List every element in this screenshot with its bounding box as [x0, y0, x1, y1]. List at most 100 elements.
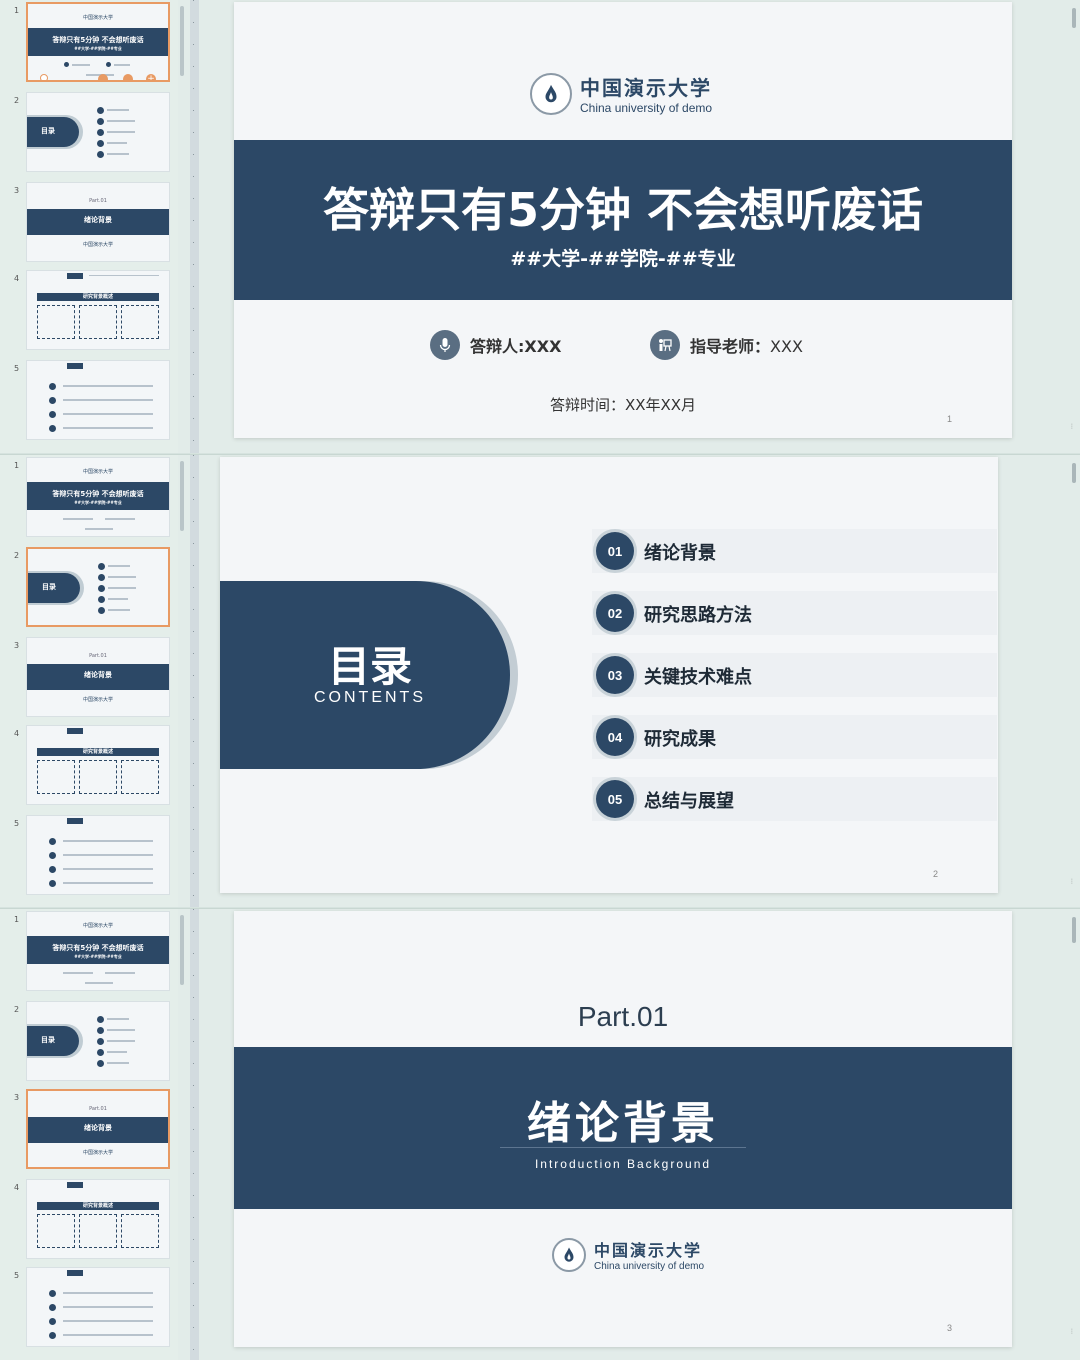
thumb-canvas[interactable]: 目录 — [26, 547, 170, 627]
thumb-title: 答辩只有5分钟 不会想听废话 — [52, 944, 144, 952]
university-logo: 中国演示大学 China university of demo — [552, 1237, 704, 1272]
thumb-heading: 研究背景概述 — [82, 294, 113, 300]
editor-pane-2: 1 中国演示大学 答辩只有5分钟 不会想听废话 ##大学-##学院-##专业 2… — [0, 454, 1080, 907]
thumb-canvas[interactable]: 研究背景概述 — [26, 725, 170, 805]
thumb-box — [79, 1214, 117, 1248]
add-slide-icon[interactable]: + — [146, 74, 156, 80]
thumb-canvas[interactable]: 目录 — [26, 1001, 170, 1081]
thumb-canvas[interactable] — [26, 360, 170, 440]
thumbnail-slide-1[interactable]: 1 中国演示大学 答辩只有5分钟 不会想听废话 ##大学-##学院-##专业 + — [0, 2, 178, 84]
thumbnail-sidebar: 1 中国演示大学 答辩只有5分钟 不会想听废话 ##大学-##学院-##专业 2… — [0, 909, 178, 1360]
thumbnail-slide-1[interactable]: 1 中国演示大学 答辩只有5分钟 不会想听废话 ##大学-##学院-##专业 — [0, 457, 178, 539]
thumb-number: 1 — [14, 461, 20, 470]
thumb-number: 5 — [14, 1271, 20, 1280]
slide-canvas-1[interactable]: 中国演示大学 China university of demo 答辩只有5分钟 … — [234, 2, 1012, 438]
vertical-ruler — [190, 909, 199, 1360]
thumbnail-slide-3[interactable]: 3 Part.01 绪论背景 中国演示大学 — [0, 1089, 178, 1171]
thumb-canvas[interactable]: 中国演示大学 答辩只有5分钟 不会想听废话 ##大学-##学院-##专业 — [26, 457, 170, 537]
thumb-logo-text: 中国演示大学 — [82, 242, 113, 248]
thumb-canvas[interactable]: 研究背景概述 — [26, 270, 170, 350]
thumbnail-slide-4[interactable]: 4 研究背景概述 — [0, 1179, 178, 1261]
thumb-part: Part.01 — [89, 653, 107, 659]
scroll-dots-icon: ⋮ — [1069, 1328, 1075, 1335]
thumb-canvas[interactable]: Part.01 绪论背景 中国演示大学 — [26, 182, 170, 262]
thumb-pill-label: 目录 — [41, 127, 55, 135]
thumbnail-slide-3[interactable]: 3 Part.01 绪论背景 中国演示大学 — [0, 182, 178, 264]
thumbnail-slide-2[interactable]: 2 目录 — [0, 547, 178, 629]
slide-canvas-2[interactable]: 目录 CONTENTS 01 绪论背景 02 研究思路方法 03 关键技术难点 … — [220, 457, 998, 893]
thumb-part: Part.01 — [89, 198, 107, 204]
animation-icon[interactable] — [98, 74, 108, 80]
thumb-line — [107, 153, 129, 155]
thumb-line — [108, 587, 136, 589]
thumb-canvas[interactable] — [26, 1267, 170, 1347]
thumb-canvas[interactable]: 目录 — [26, 92, 170, 172]
thumbnail-slide-4[interactable]: 4 研究背景概述 — [0, 725, 178, 807]
thumb-line — [114, 64, 130, 66]
thumb-canvas[interactable]: Part.01 绪论背景 中国演示大学 — [26, 1089, 170, 1169]
thumb-number: 4 — [14, 274, 20, 283]
toc-number-badge: 05 — [596, 780, 634, 818]
thumbnail-slide-1[interactable]: 1 中国演示大学 答辩只有5分钟 不会想听废话 ##大学-##学院-##专业 — [0, 911, 178, 993]
thumb-dot — [97, 140, 104, 147]
section-title[interactable]: 绪论背景 — [234, 1087, 1012, 1151]
thumb-canvas[interactable]: Part.01 绪论背景 中国演示大学 — [26, 637, 170, 717]
sidebar-scrollbar[interactable] — [180, 6, 184, 76]
thumb-dot — [98, 574, 105, 581]
toc-item-5[interactable]: 05 总结与展望 — [592, 777, 997, 821]
thumbnail-slide-5[interactable]: 5 — [0, 360, 178, 442]
slide-canvas-3[interactable]: Part.01 绪论背景 Introduction Background 中国演… — [234, 911, 1012, 1347]
thumb-canvas[interactable] — [26, 815, 170, 895]
toc-number-badge: 01 — [596, 532, 634, 570]
transition-icon[interactable] — [123, 74, 133, 80]
toc-item-1[interactable]: 01 绪论背景 — [592, 529, 997, 573]
thumbnail-slide-2[interactable]: 2 目录 — [0, 92, 178, 174]
thumbnail-sidebar: 1 中国演示大学 答辩只有5分钟 不会想听废话 ##大学-##学院-##专业 +… — [0, 0, 178, 453]
logo-english-name: China university of demo — [580, 101, 713, 115]
thumb-line — [107, 120, 135, 122]
thumb-number: 5 — [14, 819, 20, 828]
thumb-canvas[interactable]: 中国演示大学 答辩只有5分钟 不会想听废话 ##大学-##学院-##专业 + — [26, 2, 170, 82]
logo-chinese-name: 中国演示大学 — [580, 76, 712, 100]
thumb-part: Part.01 — [89, 1106, 107, 1112]
teacher-board-icon — [650, 330, 680, 360]
thumb-logo-text: 中国演示大学 — [82, 15, 113, 21]
editor-scrollbar[interactable] — [1072, 463, 1076, 483]
contents-subtitle[interactable]: CONTENTS — [220, 689, 520, 707]
advisor-info[interactable]: 指导老师：XXX — [650, 330, 803, 360]
thumb-dot — [98, 585, 105, 592]
thumbnail-slide-5[interactable]: 5 — [0, 1267, 178, 1349]
slide-subtitle[interactable]: ##大学-##学院-##专业 — [234, 244, 1012, 271]
editor-scrollbar[interactable] — [1072, 8, 1076, 28]
thumbnail-slide-3[interactable]: 3 Part.01 绪论背景 中国演示大学 — [0, 637, 178, 719]
thumb-line — [63, 882, 153, 884]
flame-emblem-icon — [530, 72, 572, 115]
thumbnail-slide-5[interactable]: 5 — [0, 815, 178, 897]
toc-item-3[interactable]: 03 关键技术难点 — [592, 653, 997, 697]
defense-date[interactable]: 答辩时间：XX年XX月 — [234, 394, 1012, 415]
thumb-canvas[interactable]: 研究背景概述 — [26, 1179, 170, 1259]
slide-title[interactable]: 答辩只有5分钟 不会想听废话 — [234, 174, 1012, 240]
contents-title[interactable]: 目录 — [220, 633, 520, 694]
thumb-canvas[interactable]: 中国演示大学 答辩只有5分钟 不会想听废话 ##大学-##学院-##专业 — [26, 911, 170, 991]
thumb-line — [107, 1051, 127, 1053]
thumb-line — [108, 576, 136, 578]
sidebar-scrollbar[interactable] — [180, 915, 184, 985]
thumbnail-slide-2[interactable]: 2 目录 — [0, 1001, 178, 1083]
editor-scrollbar[interactable] — [1072, 917, 1076, 943]
play-icon[interactable] — [40, 74, 48, 80]
thumb-dot — [98, 607, 105, 614]
presenter-info[interactable]: 答辩人:XXX — [430, 330, 561, 360]
thumb-dot — [97, 1027, 104, 1034]
thumb-number: 1 — [14, 6, 20, 15]
thumb-number: 4 — [14, 729, 20, 738]
toc-item-2[interactable]: 02 研究思路方法 — [592, 591, 997, 635]
thumbnail-slide-4[interactable]: 4 研究背景概述 — [0, 270, 178, 352]
thumb-dot — [97, 1016, 104, 1023]
thumb-title: 答辩只有5分钟 不会想听废话 — [52, 490, 144, 498]
part-label[interactable]: Part.01 — [234, 1001, 1012, 1033]
section-subtitle[interactable]: Introduction Background — [234, 1157, 1012, 1171]
sidebar-scrollbar[interactable] — [180, 461, 184, 531]
toc-item-4[interactable]: 04 研究成果 — [592, 715, 997, 759]
thumb-line — [63, 972, 93, 974]
